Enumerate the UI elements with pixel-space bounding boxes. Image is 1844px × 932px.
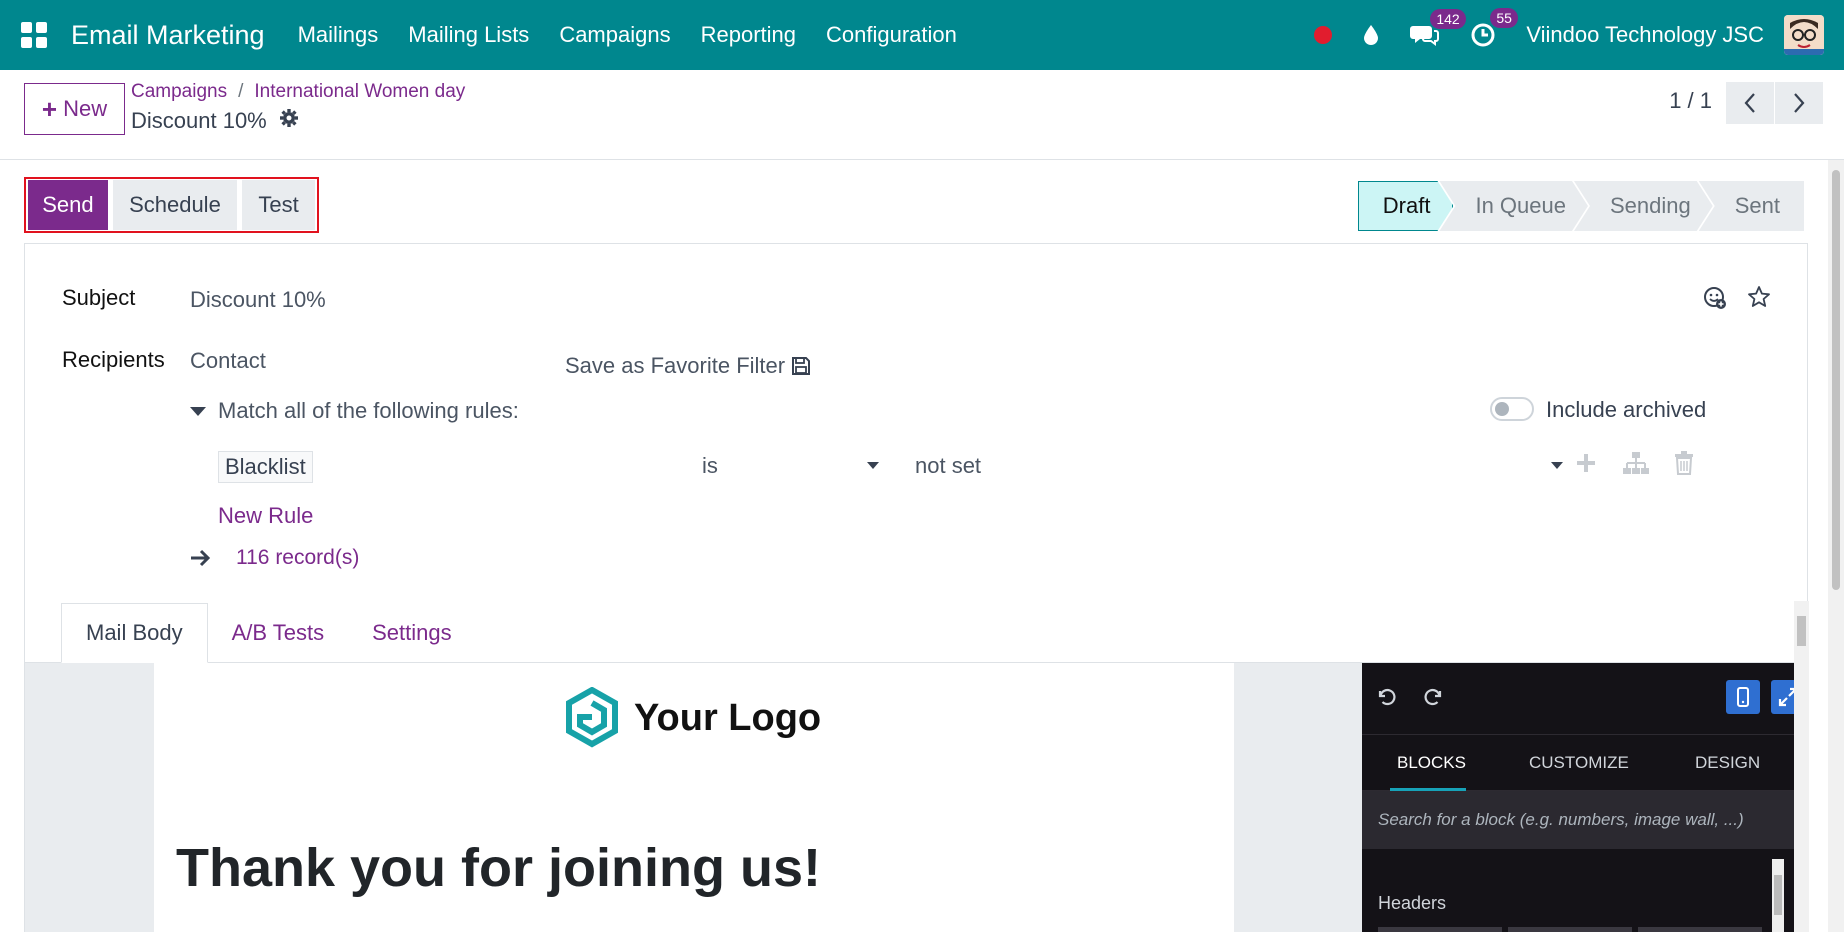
floppy-disk-icon xyxy=(792,357,811,375)
rule-value-select[interactable]: not set xyxy=(915,453,981,479)
value-caret-down-icon[interactable] xyxy=(1551,462,1563,469)
test-button[interactable]: Test xyxy=(242,180,315,230)
messages-count-badge: 142 xyxy=(1430,9,1466,29)
panel-scrollbar[interactable] xyxy=(1772,859,1784,932)
records-count-row: 116 record(s) xyxy=(190,546,359,570)
add-branch-sitemap-icon[interactable] xyxy=(1622,451,1650,480)
blocks-section-heading: Headers xyxy=(1378,893,1447,913)
redo-icon[interactable] xyxy=(1424,687,1444,712)
gear-icon[interactable] xyxy=(279,108,299,134)
breadcrumb-campaigns[interactable]: Campaigns xyxy=(131,81,227,103)
arrow-right-icon xyxy=(191,549,211,567)
mail-body-canvas[interactable]: Your Logo Thank you for joining us! xyxy=(154,663,1234,932)
new-button-label: New xyxy=(63,96,108,121)
apps-menu-icon[interactable] xyxy=(21,22,47,48)
menu-mailings[interactable]: Mailings xyxy=(283,22,394,48)
menu-mailing-lists[interactable]: Mailing Lists xyxy=(393,22,544,48)
domain-match-toggle[interactable]: Match all of the following rules: xyxy=(190,398,519,424)
menu-campaigns[interactable]: Campaigns xyxy=(544,22,685,48)
subject-field[interactable]: Discount 10% xyxy=(190,287,326,313)
recording-indicator-icon[interactable] xyxy=(1314,26,1333,44)
hexagon-logo-icon xyxy=(566,687,618,748)
menu-reporting[interactable]: Reporting xyxy=(686,22,811,48)
operator-caret-down-icon[interactable] xyxy=(867,462,879,469)
match-rules-label: Match all of the following rules: xyxy=(218,398,519,423)
include-archived-toggle[interactable] xyxy=(1490,397,1534,421)
user-avatar[interactable] xyxy=(1784,15,1824,55)
control-panel: + New Campaigns / International Women day… xyxy=(0,70,1844,160)
navbar-systray: 142 55 Viindoo Technology JSC xyxy=(1314,0,1844,70)
editor-panel-tabs: BLOCKS CUSTOMIZE DESIGN xyxy=(1362,735,1794,791)
tab-settings[interactable]: Settings xyxy=(348,603,476,663)
chevron-right-icon xyxy=(1794,93,1805,113)
page-scrollbar[interactable] xyxy=(1828,160,1844,932)
delete-rule-trash-icon[interactable] xyxy=(1674,451,1694,480)
recipients-model-field[interactable]: Contact xyxy=(190,348,266,374)
panel-tab-blocks[interactable]: BLOCKS xyxy=(1397,753,1466,773)
undo-icon[interactable] xyxy=(1376,687,1396,712)
star-icon[interactable] xyxy=(1747,285,1771,314)
status-bar: Draft In Queue Sending Sent xyxy=(1358,181,1804,231)
include-archived-label: Include archived xyxy=(1546,397,1707,422)
block-search-input[interactable]: Search for a block (e.g. numbers, image … xyxy=(1362,791,1794,849)
panel-tab-design[interactable]: DESIGN xyxy=(1695,753,1760,773)
main-menu: Mailings Mailing Lists Campaigns Reporti… xyxy=(283,22,972,48)
save-favorite-filter-button[interactable]: Save as Favorite Filter xyxy=(565,353,811,379)
tab-mail-body[interactable]: Mail Body xyxy=(61,603,208,663)
form-action-buttons: Send Schedule Test xyxy=(24,177,319,233)
editor-scrollbar[interactable] xyxy=(1794,601,1809,932)
rule-field-selector[interactable]: Blacklist xyxy=(218,451,313,483)
send-button[interactable]: Send xyxy=(28,180,108,230)
breadcrumb: Campaigns / International Women day xyxy=(131,81,465,103)
company-switcher[interactable]: Viindoo Technology JSC xyxy=(1526,22,1764,48)
stage-sent[interactable]: Sent xyxy=(1698,181,1804,231)
records-count-link[interactable]: 116 record(s) xyxy=(236,546,359,570)
record-title: Discount 10% xyxy=(131,108,299,134)
stage-sending[interactable]: Sending xyxy=(1574,181,1713,231)
mobile-phone-icon xyxy=(1737,687,1749,707)
new-button[interactable]: + New xyxy=(24,83,125,135)
breadcrumb-campaign-name[interactable]: International Women day xyxy=(254,81,465,103)
drop-icon[interactable] xyxy=(1362,24,1380,46)
editor-blocks-panel: BLOCKS CUSTOMIZE DESIGN Search for a blo… xyxy=(1362,663,1805,932)
schedule-button[interactable]: Schedule xyxy=(112,180,238,230)
chevron-left-icon xyxy=(1744,93,1755,113)
editor-toolbar xyxy=(1362,663,1805,735)
add-rule-plus-icon[interactable] xyxy=(1574,451,1598,480)
caret-down-icon xyxy=(190,406,206,416)
active-tab-indicator xyxy=(1390,788,1466,791)
form-sheet: Subject Discount 10% Recipients Contact … xyxy=(24,243,1809,932)
record-name: Discount 10% xyxy=(131,108,267,133)
top-navbar: Email Marketing Mailings Mailing Lists C… xyxy=(0,0,1844,70)
activities-clock-icon[interactable]: 55 xyxy=(1470,8,1518,48)
pager-previous-button[interactable] xyxy=(1726,82,1774,124)
notebook-tabs: Mail Body A/B Tests Settings xyxy=(61,603,476,663)
subject-label: Subject xyxy=(62,285,136,310)
mail-logo[interactable]: Your Logo xyxy=(564,687,821,749)
header-block-thumbnails[interactable] xyxy=(1378,927,1762,932)
stage-in-queue[interactable]: In Queue xyxy=(1439,181,1588,231)
activities-count-badge: 55 xyxy=(1490,8,1518,28)
panel-tab-customize[interactable]: CUSTOMIZE xyxy=(1529,753,1629,773)
pager-value[interactable]: 1 / 1 xyxy=(1669,88,1712,114)
recipients-label: Recipients xyxy=(62,347,165,372)
save-favorite-filter-label: Save as Favorite Filter xyxy=(565,353,786,378)
new-rule-link[interactable]: New Rule xyxy=(218,503,313,529)
logo-text: Your Logo xyxy=(634,696,822,739)
menu-configuration[interactable]: Configuration xyxy=(811,22,972,48)
mobile-preview-button[interactable] xyxy=(1726,680,1760,714)
stage-draft[interactable]: Draft xyxy=(1358,181,1454,231)
breadcrumb-separator: / xyxy=(238,81,244,102)
tab-ab-tests[interactable]: A/B Tests xyxy=(208,603,349,663)
messages-icon[interactable]: 142 xyxy=(1410,9,1466,47)
plus-icon: + xyxy=(41,94,58,124)
app-title[interactable]: Email Marketing xyxy=(71,20,265,51)
rule-operator-select[interactable]: is xyxy=(702,453,718,479)
mail-heading[interactable]: Thank you for joining us! xyxy=(176,837,821,899)
pager-next-button[interactable] xyxy=(1775,82,1823,124)
emoji-add-icon[interactable] xyxy=(1703,286,1727,315)
